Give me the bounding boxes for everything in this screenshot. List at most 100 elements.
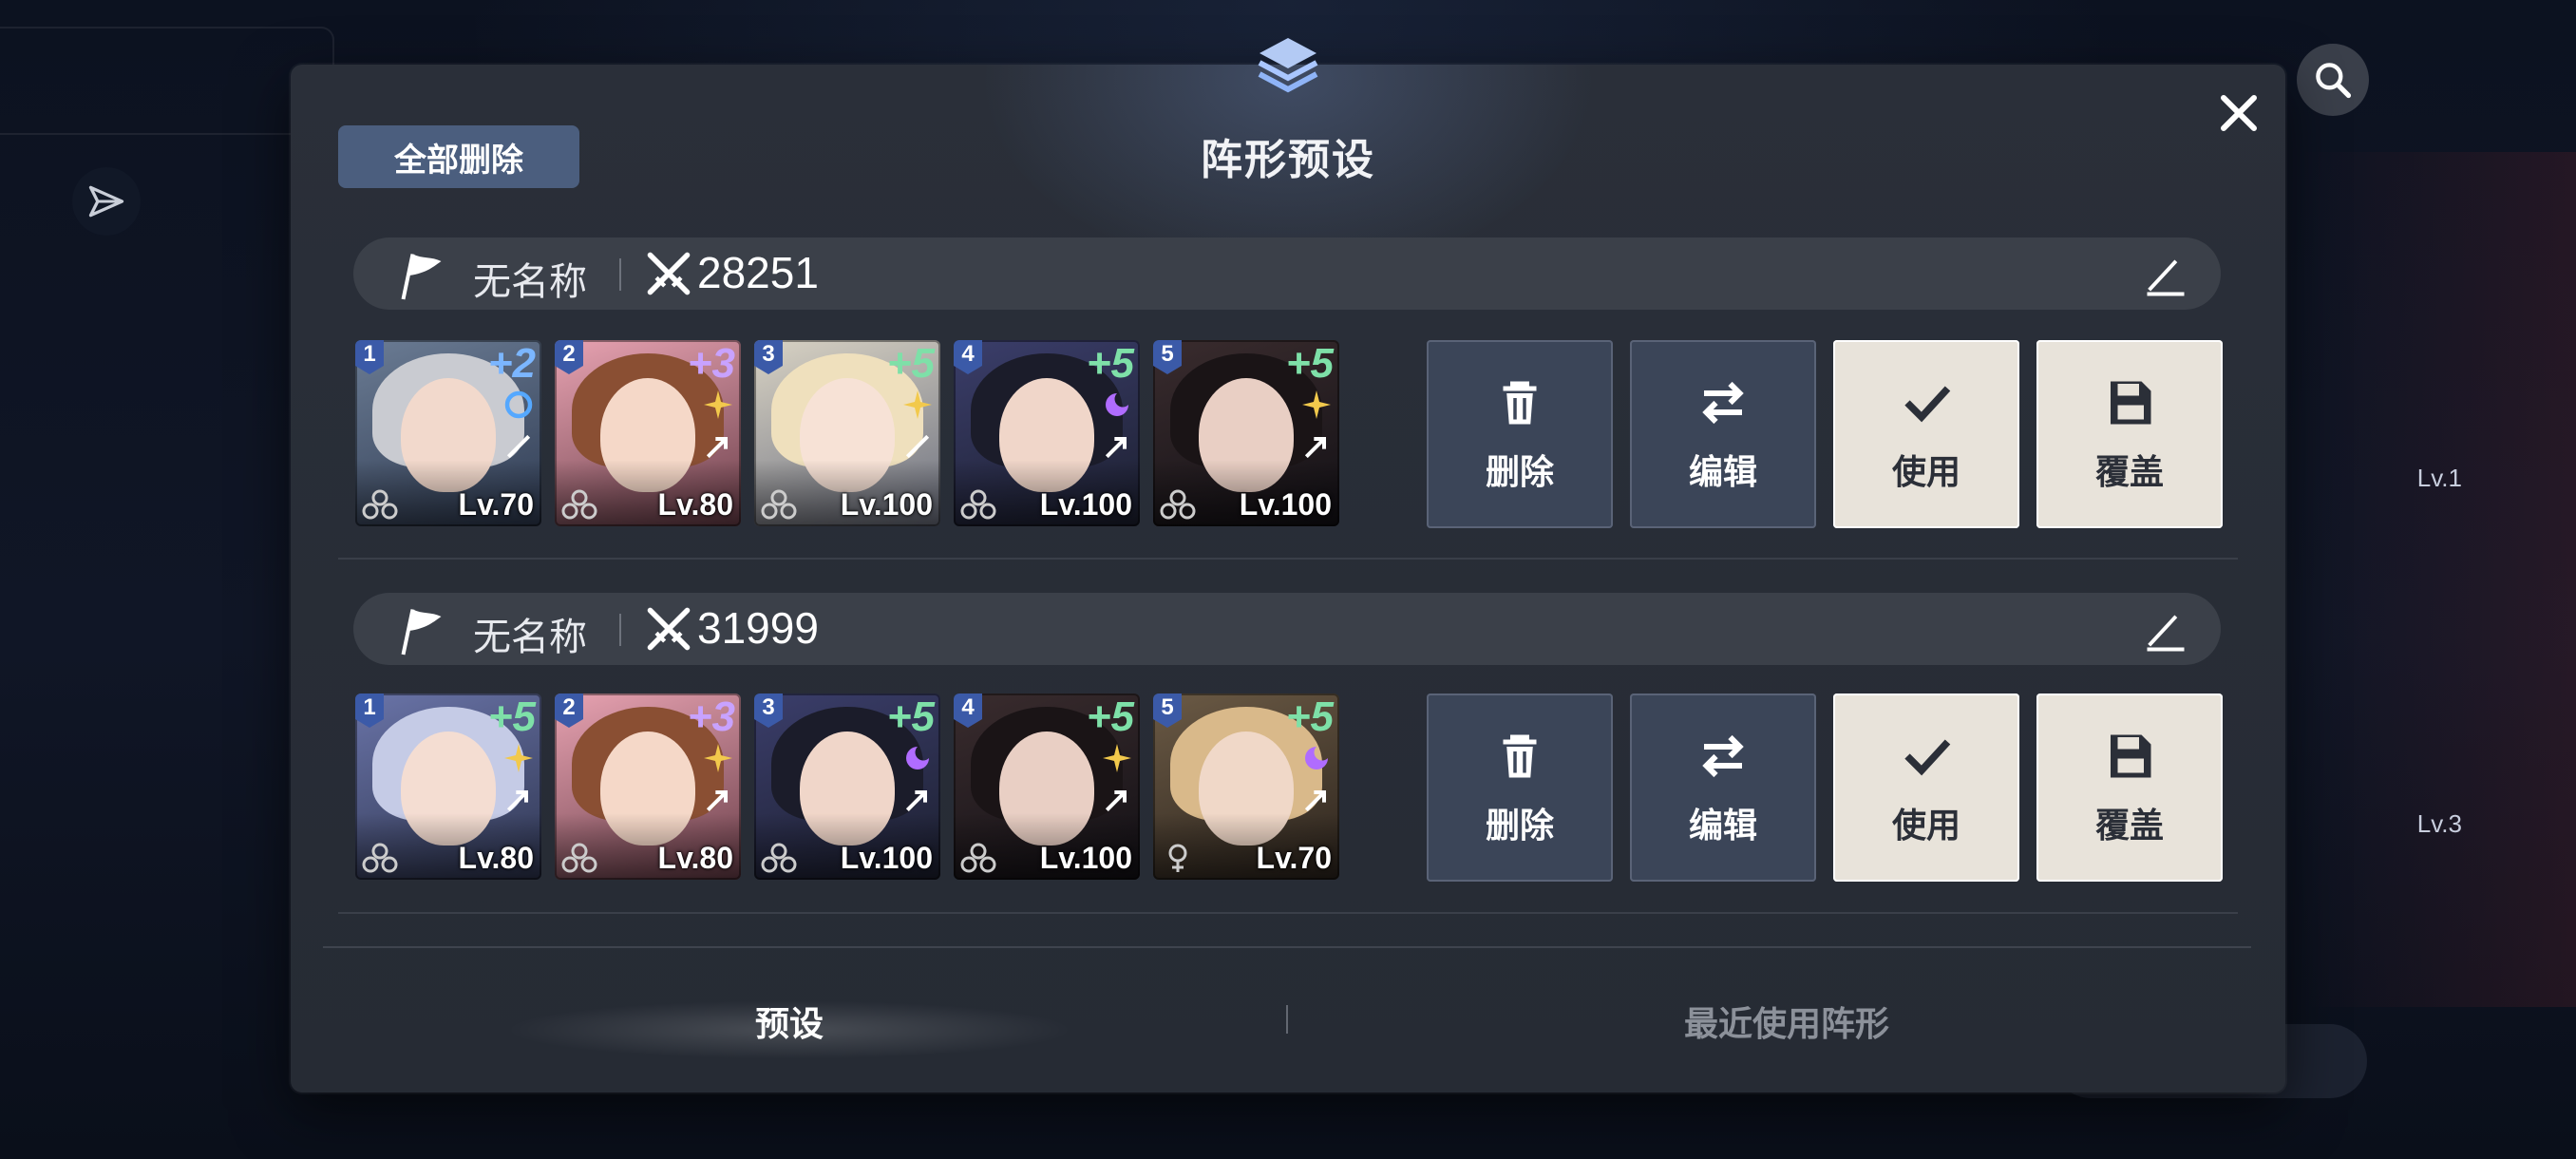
unit-portrait[interactable]: 4 +5 Lv.100 <box>954 694 1140 880</box>
edit-preset-button[interactable]: 编辑 <box>1630 340 1816 528</box>
unit-level: Lv.80 <box>458 841 534 875</box>
delete-preset-button[interactable]: 删除 <box>1427 694 1613 882</box>
edit-preset-button[interactable]: 编辑 <box>1630 694 1816 882</box>
class-icon <box>560 842 598 874</box>
unit-level: Lv.100 <box>1039 841 1132 875</box>
background-top-bar <box>0 27 334 135</box>
preset-header: 无名称 28251 <box>353 238 2221 310</box>
background-level-label: Lv.3 <box>2416 809 2462 838</box>
unit-level: Lv.70 <box>1256 841 1332 875</box>
use-preset-button[interactable]: 使用 <box>1833 694 2019 882</box>
delete-label: 删除 <box>1485 807 1554 846</box>
checkmark-icon <box>1898 374 1955 431</box>
delete-preset-button[interactable]: 删除 <box>1427 340 1613 528</box>
slot-number: 2 <box>555 694 583 728</box>
trash-icon <box>1491 728 1548 785</box>
combat-power-value: 28251 <box>697 248 819 297</box>
tab-recent-formations[interactable]: 最近使用阵形 <box>1288 978 2285 1064</box>
slot-number: 1 <box>355 694 384 728</box>
arrow-role-icon <box>703 785 733 815</box>
unit-portrait[interactable]: 1 +2 Lv.70 <box>355 340 541 526</box>
horizontal-scrollbar[interactable] <box>323 946 2251 948</box>
arrow-role-icon <box>902 785 933 815</box>
slot-number: 1 <box>355 340 384 374</box>
swap-arrows-icon <box>1695 374 1752 431</box>
overwrite-label: 覆盖 <box>2094 453 2164 492</box>
slot-number: 3 <box>754 340 783 374</box>
edit-name-pencil-icon[interactable] <box>2141 251 2190 300</box>
sword-role-icon <box>503 431 534 462</box>
class-icon <box>959 842 997 874</box>
enhance-level: +5 <box>1086 340 1134 387</box>
edit-label: 编辑 <box>1688 453 1757 492</box>
enhance-level: +3 <box>687 694 735 740</box>
use-label: 使用 <box>1891 453 1960 492</box>
unit-portrait[interactable]: 1 +5 Lv.80 <box>355 694 541 880</box>
class-icon <box>361 842 399 874</box>
header-separator <box>619 258 621 291</box>
unit-portrait[interactable]: 2 +3 Lv.80 <box>555 694 741 880</box>
dark-element-icon <box>1100 388 1134 422</box>
arrow-role-icon <box>503 785 534 815</box>
unit-portrait[interactable]: 5 +5 Lv.70 <box>1153 694 1339 880</box>
search-icon <box>2297 44 2369 116</box>
dark-element-icon <box>900 741 935 775</box>
enhance-level: +5 <box>487 694 536 740</box>
unit-level: Lv.100 <box>1039 487 1132 522</box>
header-separator <box>619 614 621 646</box>
overwrite-preset-button[interactable]: 覆盖 <box>2036 694 2223 882</box>
unit-portrait[interactable]: 3 +5 Lv.100 <box>754 340 940 526</box>
background-right-roster <box>2301 152 2576 1007</box>
arrow-role-icon <box>1102 431 1132 462</box>
unit-portrait[interactable]: 5 +5 Lv.100 <box>1153 340 1339 526</box>
enhance-level: +5 <box>1086 694 1134 740</box>
enhance-level: +5 <box>1285 340 1334 387</box>
tab-preset[interactable]: 预设 <box>291 978 1288 1064</box>
overwrite-preset-button[interactable]: 覆盖 <box>2036 340 2223 528</box>
flag-icon <box>391 247 448 304</box>
enhance-level: +5 <box>886 340 935 387</box>
dark-element-icon <box>1299 741 1334 775</box>
class-icon <box>1159 488 1197 521</box>
unit-level: Lv.70 <box>458 487 534 522</box>
close-icon[interactable] <box>2206 80 2272 146</box>
unit-portrait[interactable]: 2 +3 Lv.80 <box>555 340 741 526</box>
delete-all-button[interactable]: 全部删除 <box>338 125 579 188</box>
slot-number: 2 <box>555 340 583 374</box>
preset-name: 无名称 <box>473 260 587 304</box>
class-icon <box>760 842 798 874</box>
crossed-swords-icon <box>644 249 693 298</box>
background-level-label: Lv.1 <box>2416 464 2462 492</box>
preset-header: 无名称 31999 <box>353 593 2221 665</box>
save-disk-icon <box>2101 728 2158 785</box>
slot-number: 5 <box>1153 694 1182 728</box>
slot-number: 3 <box>754 694 783 728</box>
light-element-icon <box>1299 388 1334 422</box>
class-icon <box>560 488 598 521</box>
use-preset-button[interactable]: 使用 <box>1833 340 2019 528</box>
crossed-swords-icon <box>644 604 693 654</box>
light-element-icon <box>502 741 536 775</box>
enhance-level: +2 <box>487 340 536 387</box>
overwrite-label: 覆盖 <box>2094 807 2164 846</box>
trash-icon <box>1491 374 1548 431</box>
preset-name: 无名称 <box>473 616 587 659</box>
light-element-icon <box>900 388 935 422</box>
unit-portrait[interactable]: 4 +5 Lv.100 <box>954 340 1140 526</box>
arrow-role-icon <box>1102 785 1132 815</box>
edit-name-pencil-icon[interactable] <box>2141 606 2190 656</box>
class-icon <box>959 488 997 521</box>
slot-number: 4 <box>954 340 982 374</box>
slot-number: 4 <box>954 694 982 728</box>
water-element-icon <box>502 388 536 422</box>
use-label: 使用 <box>1891 807 1960 846</box>
slot-number: 5 <box>1153 340 1182 374</box>
class-icon <box>760 488 798 521</box>
delete-label: 删除 <box>1485 453 1554 492</box>
class-icon <box>361 488 399 521</box>
unit-level: Lv.100 <box>840 841 933 875</box>
unit-level: Lv.100 <box>840 487 933 522</box>
unit-portrait[interactable]: 3 +5 Lv.100 <box>754 694 940 880</box>
light-element-icon <box>701 388 735 422</box>
enhance-level: +5 <box>886 694 935 740</box>
